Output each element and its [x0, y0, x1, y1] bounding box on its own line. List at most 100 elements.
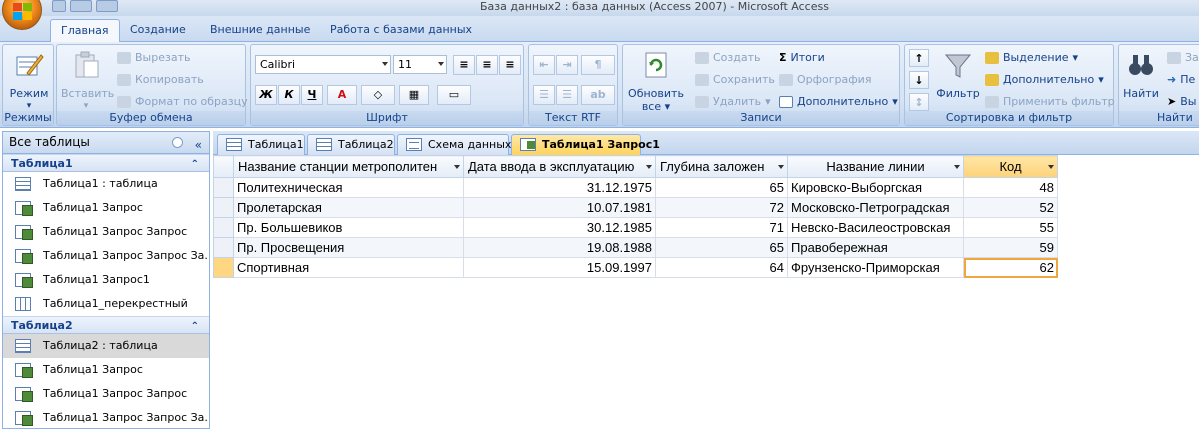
- paragraph-button[interactable]: ¶: [581, 55, 615, 75]
- sort-descending-button[interactable]: ↓: [909, 71, 929, 89]
- select-button[interactable]: ➤ Вы: [1167, 95, 1196, 108]
- alternate-fill-button[interactable]: ▭: [437, 85, 471, 105]
- table-cell[interactable]: 48: [963, 177, 1058, 198]
- undo-icon[interactable]: [70, 0, 92, 12]
- table-cell[interactable]: 65: [655, 177, 788, 198]
- align-right-button[interactable]: ≡: [499, 55, 521, 75]
- paste-button[interactable]: Вставить ▾: [61, 49, 114, 113]
- nav-item-query[interactable]: Таблица1 Запрос Запрос: [3, 220, 209, 244]
- tab-home[interactable]: Главная: [50, 19, 120, 43]
- dropdown-arrow-icon[interactable]: [1048, 165, 1054, 169]
- clear-sort-button[interactable]: ↕: [909, 93, 929, 111]
- row-selector[interactable]: [213, 237, 234, 258]
- gridlines-button[interactable]: ▦: [399, 85, 429, 105]
- row-selector[interactable]: [213, 197, 234, 218]
- decrease-indent-button[interactable]: ⇤: [533, 55, 555, 75]
- nav-item-table[interactable]: Таблица1 : таблица: [3, 172, 209, 196]
- column-header[interactable]: Название линии: [787, 155, 964, 178]
- table-cell[interactable]: Московско-Петроградская: [787, 197, 964, 218]
- table-cell[interactable]: Пр. Большевиков: [233, 217, 464, 238]
- totals-button[interactable]: Σ Итоги: [779, 51, 825, 64]
- bold-button[interactable]: Ж: [255, 85, 277, 105]
- tab-database-tools[interactable]: Работа с базами данных: [320, 19, 482, 42]
- column-header[interactable]: Название станции метрополитен: [233, 155, 464, 178]
- nav-item-table[interactable]: Таблица2 : таблица: [3, 334, 209, 358]
- chevron-up-icon[interactable]: ⌃: [191, 156, 199, 173]
- nav-group-header[interactable]: Таблица2 ⌃: [3, 316, 209, 334]
- view-button[interactable]: Режим ▾: [7, 49, 51, 113]
- dropdown-arrow-icon[interactable]: [454, 165, 460, 169]
- save-record-button[interactable]: Сохранить: [695, 73, 775, 86]
- table-cell[interactable]: 55: [963, 217, 1058, 238]
- copy-button[interactable]: Копировать: [117, 73, 204, 86]
- table-cell[interactable]: Пролетарская: [233, 197, 464, 218]
- table-cell[interactable]: 72: [655, 197, 788, 218]
- table-cell[interactable]: Пр. Просвещения: [233, 237, 464, 258]
- find-button[interactable]: Найти: [1121, 49, 1161, 100]
- numbering-button[interactable]: ☰: [556, 85, 578, 105]
- table-cell[interactable]: 31.12.1975: [463, 177, 656, 198]
- dropdown-arrow-icon[interactable]: [646, 165, 652, 169]
- cut-button[interactable]: Вырезать: [117, 51, 190, 64]
- fill-color-button[interactable]: ◇: [361, 85, 395, 105]
- highlight-button[interactable]: ab: [581, 85, 615, 105]
- format-painter-button[interactable]: Формат по образцу: [117, 95, 248, 108]
- spelling-button[interactable]: Орфография: [779, 73, 871, 86]
- nav-item-query[interactable]: Таблица1 Запрос: [3, 358, 209, 382]
- nav-item-query[interactable]: Таблица1 Запрос: [3, 196, 209, 220]
- align-left-button[interactable]: ≡: [453, 55, 475, 75]
- doc-tab-table2[interactable]: Таблица2: [307, 134, 395, 155]
- refresh-all-button[interactable]: Обновить все ▾: [625, 49, 687, 113]
- nav-item-query[interactable]: Таблица1 Запрос1: [3, 268, 209, 292]
- records-more-button[interactable]: Дополнительно ▾: [779, 95, 898, 108]
- collapse-pane-icon[interactable]: «: [195, 135, 202, 156]
- font-color-button[interactable]: A: [327, 85, 357, 105]
- filter-button[interactable]: Фильтр: [933, 49, 983, 100]
- table-cell[interactable]: 64: [655, 257, 788, 278]
- table-cell[interactable]: 15.09.1997: [463, 257, 656, 278]
- dropdown-arrow-icon[interactable]: [954, 165, 960, 169]
- bullets-button[interactable]: ☰: [533, 85, 555, 105]
- select-all-corner[interactable]: [213, 155, 234, 178]
- table-cell[interactable]: 19.08.1988: [463, 237, 656, 258]
- column-header[interactable]: Глубина заложен: [655, 155, 788, 178]
- table-cell[interactable]: 59: [963, 237, 1058, 258]
- align-center-button[interactable]: ≡: [476, 55, 498, 75]
- selection-filter-button[interactable]: Выделение ▾: [985, 51, 1078, 64]
- underline-button[interactable]: Ч: [301, 85, 323, 105]
- column-header[interactable]: Код: [963, 155, 1058, 178]
- nav-item-crosstab[interactable]: Таблица1_перекрестный: [3, 292, 209, 316]
- row-selector[interactable]: [213, 257, 234, 278]
- doc-tab-table1[interactable]: Таблица1: [217, 134, 305, 155]
- advanced-filter-button[interactable]: Дополнительно ▾: [985, 73, 1104, 86]
- table-cell[interactable]: Фрунзенско-Приморская: [787, 257, 964, 278]
- table-cell[interactable]: Спортивная: [233, 257, 464, 278]
- apply-filter-button[interactable]: Применить фильтр: [985, 95, 1115, 108]
- column-header[interactable]: Дата ввода в эксплуатацию: [463, 155, 656, 178]
- save-icon[interactable]: [52, 0, 66, 12]
- nav-pane-header[interactable]: Все таблицы «: [3, 132, 209, 154]
- table-cell[interactable]: 10.07.1981: [463, 197, 656, 218]
- table-cell[interactable]: Политехническая: [233, 177, 464, 198]
- table-cell[interactable]: Правобережная: [787, 237, 964, 258]
- doc-tab-relationships[interactable]: Схема данных: [397, 134, 511, 155]
- table-cell[interactable]: 52: [963, 197, 1058, 218]
- nav-item-query[interactable]: Таблица1 Запрос Запрос: [3, 382, 209, 406]
- font-size-select[interactable]: 11: [393, 55, 447, 74]
- table-cell[interactable]: 71: [655, 217, 788, 238]
- font-name-select[interactable]: Calibri: [255, 55, 391, 74]
- italic-button[interactable]: К: [278, 85, 300, 105]
- goto-button[interactable]: ➜ Пе: [1167, 73, 1195, 86]
- increase-indent-button[interactable]: ⇥: [556, 55, 578, 75]
- table-cell[interactable]: 65: [655, 237, 788, 258]
- redo-icon[interactable]: [96, 0, 118, 12]
- replace-button[interactable]: За: [1167, 51, 1199, 64]
- sort-ascending-button[interactable]: ↑: [909, 49, 929, 67]
- table-cell[interactable]: Кировско-Выборгская: [787, 177, 964, 198]
- dropdown-arrow-icon[interactable]: [778, 165, 784, 169]
- nav-item-query[interactable]: Таблица1 Запрос Запрос За...: [3, 406, 209, 428]
- new-record-button[interactable]: Создать: [695, 51, 761, 64]
- delete-record-button[interactable]: Удалить ▾: [695, 95, 771, 108]
- tab-external-data[interactable]: Внешние данные: [200, 19, 320, 42]
- doc-tab-query1[interactable]: Таблица1 Запрос1: [511, 134, 660, 155]
